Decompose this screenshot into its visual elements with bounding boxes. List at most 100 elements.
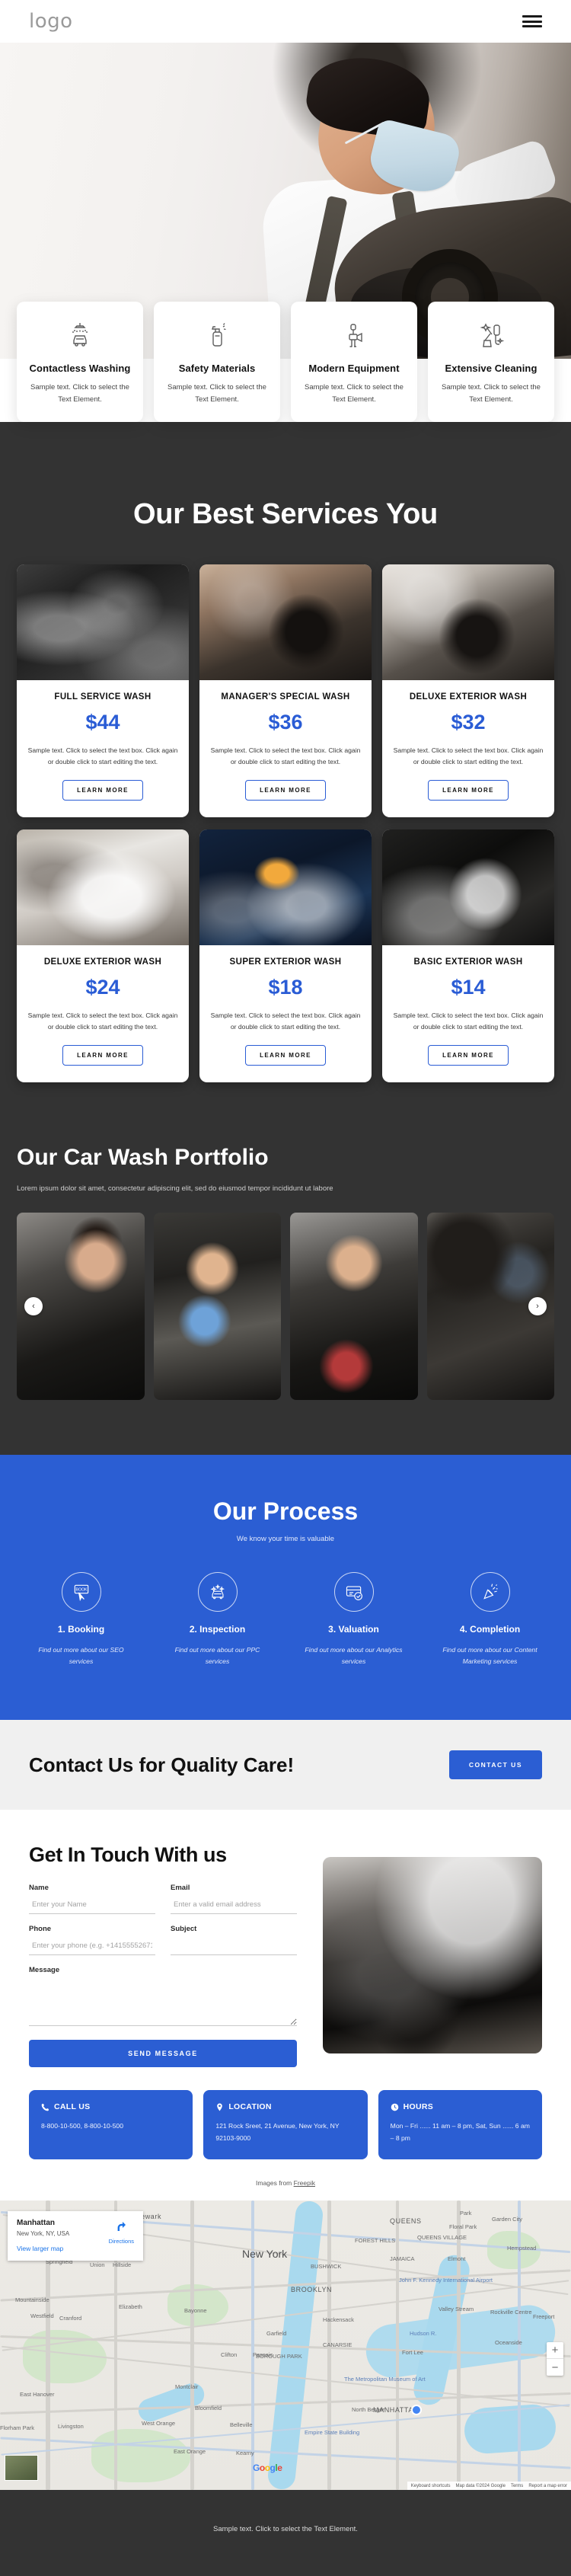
process-step-name: 3. Valuation (328, 1624, 379, 1635)
services-title: Our Best Services You (133, 498, 438, 530)
feature-title: Safety Materials (178, 363, 256, 374)
map-label: Westfield (30, 2312, 54, 2320)
svg-text:BOOK: BOOK (75, 1588, 88, 1593)
info-card-label: CALL US (54, 2102, 91, 2112)
map-label: BOROUGH PARK (256, 2353, 302, 2360)
location-card[interactable]: LOCATION 121 Rock Sreet, 21 Avenue, New … (203, 2090, 368, 2160)
learn-more-button[interactable]: LEARN MORE (428, 780, 509, 801)
learn-more-button[interactable]: LEARN MORE (245, 780, 326, 801)
zoom-out-button[interactable]: − (547, 2359, 563, 2376)
service-card[interactable]: FULL SERVICE WASH $44 Sample text. Click… (17, 564, 189, 818)
service-price: $18 (268, 976, 303, 999)
feature-card[interactable]: Contactless Washing Sample text. Click t… (17, 302, 143, 422)
burger-line (522, 25, 542, 27)
map-label: Fort Lee (402, 2349, 423, 2357)
site-logo[interactable]: logo (29, 10, 73, 33)
services-grid-row-2: DELUXE EXTERIOR WASH $24 Sample text. Cl… (0, 829, 571, 1083)
service-card[interactable]: DELUXE EXTERIOR WASH $32 Sample text. Cl… (382, 564, 554, 818)
google-map[interactable]: New York Newark BROOKLYN QUEENS MANHATTAN Hac… (0, 2200, 571, 2491)
service-price: $14 (451, 976, 486, 999)
process-step: 3. Valuation Find out more about our Ana… (289, 1572, 418, 1667)
name-input[interactable] (29, 1897, 155, 1915)
pressure-washer-icon (301, 318, 407, 353)
map-label: Garden City (492, 2216, 523, 2223)
send-message-button[interactable]: SEND MESSAGE (29, 2040, 297, 2068)
info-card-text: 8-800-10-500, 8-800-10-500 (41, 2122, 123, 2130)
cta-title: Contact Us for Quality Care! (29, 1753, 295, 1776)
car-wash-shower-icon (27, 318, 132, 353)
service-card[interactable]: BASIC EXTERIOR WASH $14 Sample text. Cli… (382, 829, 554, 1083)
chevron-left-icon[interactable]: ‹ (24, 1297, 43, 1316)
map-road (457, 2200, 461, 2491)
service-image (17, 564, 189, 680)
subject-input[interactable] (171, 1938, 297, 1956)
service-card[interactable]: SUPER EXTERIOR WASH $18 Sample text. Cli… (199, 829, 372, 1083)
service-name: SUPER EXTERIOR WASH (229, 957, 342, 967)
message-field-group: Message (29, 1966, 297, 2027)
site-header: logo (0, 0, 571, 43)
portfolio-carousel: ‹ › (17, 1213, 554, 1401)
map-road (396, 2200, 399, 2491)
map-label: Union (90, 2261, 105, 2269)
google-logo: Google (253, 2463, 282, 2474)
learn-more-button[interactable]: LEARN MORE (245, 1045, 326, 1066)
feature-title: Contactless Washing (29, 363, 131, 374)
landing-page: logo Contactless Washing Sample text. Cl… (0, 0, 571, 2576)
hamburger-menu-icon[interactable] (522, 14, 542, 29)
map-label: Rockville Centre (490, 2309, 532, 2316)
info-card-text: 121 Rock Sreet, 21 Avenue, New York, NY … (215, 2122, 340, 2142)
map-label: JAMAICA (390, 2255, 415, 2263)
map-label: Kearny (236, 2450, 254, 2457)
feature-card[interactable]: Extensive Cleaning Sample text. Click to… (428, 302, 554, 422)
hours-card[interactable]: HOURS Mon – Fri ...... 11 am – 8 pm, Sat… (378, 2090, 542, 2160)
clock-icon (391, 2103, 398, 2111)
zoom-in-button[interactable]: + (547, 2342, 563, 2360)
portfolio-image[interactable] (153, 1213, 281, 1401)
terms-link[interactable]: Terms (511, 2484, 523, 2488)
map-zoom-controls[interactable]: + − (547, 2342, 563, 2376)
contact-us-button[interactable]: CONTACT US (448, 1750, 542, 1780)
directions-button[interactable]: Directions (109, 2220, 134, 2245)
service-card[interactable]: MANAGER'S SPECIAL WASH $36 Sample text. … (199, 564, 372, 818)
freepik-link[interactable]: Freepik (294, 2179, 315, 2187)
phone-field-group: Phone (29, 1925, 155, 1956)
report-error-link[interactable]: Report a map error (528, 2484, 567, 2488)
message-textarea[interactable] (29, 1979, 297, 2027)
street-view-thumbnail[interactable] (5, 2455, 38, 2482)
name-field-group: Name (29, 1884, 155, 1915)
subject-field-group: Subject (171, 1925, 297, 1956)
map-label: Belleville (230, 2421, 253, 2429)
sparkle-car-icon (197, 1572, 238, 1612)
keyboard-shortcuts-link[interactable]: Keyboard shortcuts (411, 2484, 451, 2488)
contact-photo-column (323, 1843, 542, 2067)
learn-more-button[interactable]: LEARN MORE (62, 1045, 143, 1066)
service-name: DELUXE EXTERIOR WASH (409, 692, 528, 702)
map-label: Hempstead (507, 2245, 537, 2252)
chevron-right-icon[interactable]: › (528, 1297, 547, 1316)
feature-title: Extensive Cleaning (445, 363, 538, 374)
map-label: QUEENS VILLAGE (417, 2234, 467, 2242)
map-label: BROOKLYN (291, 2286, 333, 2294)
service-card[interactable]: DELUXE EXTERIOR WASH $24 Sample text. Cl… (17, 829, 189, 1083)
learn-more-button[interactable]: LEARN MORE (428, 1045, 509, 1066)
email-input[interactable] (171, 1897, 297, 1915)
map-label: Cranford (59, 2315, 82, 2322)
feature-card[interactable]: Safety Materials Sample text. Click to s… (154, 302, 280, 422)
map-label: Elmont (448, 2255, 466, 2263)
map-label: Livingston (58, 2423, 84, 2431)
phone-input[interactable] (29, 1938, 155, 1956)
view-larger-map-link[interactable]: View larger map (17, 2245, 134, 2252)
feature-card[interactable]: Modern Equipment Sample text. Click to s… (291, 302, 417, 422)
learn-more-button[interactable]: LEARN MORE (62, 780, 143, 801)
image-credit: Images from Freepik (0, 2169, 571, 2200)
feature-cards: Contactless Washing Sample text. Click t… (0, 302, 571, 422)
portfolio-image[interactable] (290, 1213, 418, 1401)
map-label: Park (460, 2210, 472, 2217)
call-us-card[interactable]: CALL US 8-800-10-500, 8-800-10-500 (29, 2090, 193, 2160)
feature-title: Modern Equipment (308, 363, 400, 374)
service-price: $44 (85, 711, 120, 733)
feature-text: Sample text. Click to select the Text El… (30, 383, 129, 404)
map-road (251, 2200, 254, 2491)
party-popper-icon (470, 1572, 510, 1612)
site-footer: Sample text. Click to select the Text El… (0, 2490, 571, 2576)
